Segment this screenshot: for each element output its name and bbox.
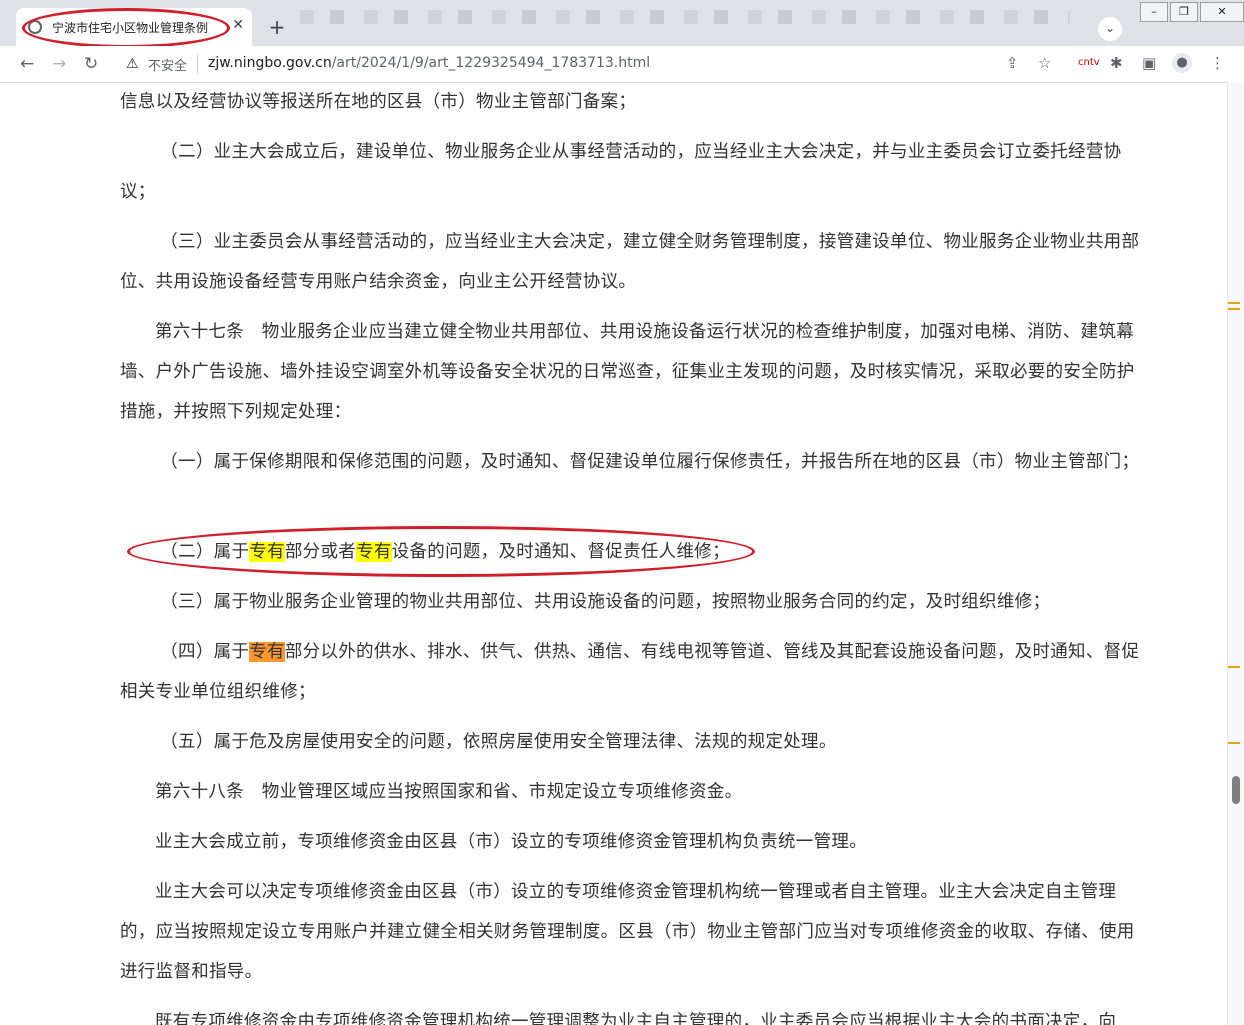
extension-cntv-icon[interactable]: cntv xyxy=(1078,57,1100,68)
paragraph: （一）属于保修期限和保修范围的问题，及时通知、督促建设单位履行保修责任，并报告所… xyxy=(160,452,1140,472)
side-panel-icon[interactable]: ▣ xyxy=(1142,54,1156,72)
paragraph: 既有专项维修资金由专项维修资金管理机构统一管理调整为业主自主管理的，业主委员会应… xyxy=(155,1012,1117,1025)
bookmark-star-icon[interactable]: ☆ xyxy=(1038,54,1051,72)
address-bar[interactable]: zjw.ningbo.gov.cn/art/2024/1/9/art_12293… xyxy=(208,55,650,71)
red-annotation-circle-tab xyxy=(22,8,230,48)
share-icon[interactable]: ⇪ xyxy=(1006,54,1019,72)
back-arrow-icon[interactable]: ← xyxy=(20,54,34,74)
vertical-scrollbar[interactable] xyxy=(1227,82,1244,1025)
paragraph: 业主大会可以决定专项维修资金由区县（市）设立的专项维修资金管理机构统一管理或者自… xyxy=(120,882,1135,982)
red-annotation-circle-line xyxy=(127,526,755,577)
article-content: 信息以及经营协议等报送所在地的区县（市）物业主管部门备案； （二）业主大会成立后… xyxy=(0,82,1228,1025)
extensions-puzzle-icon[interactable]: ✱ xyxy=(1110,54,1123,72)
paragraph: 第六十七条 物业服务企业应当建立健全物业共用部位、共用设施设备运行状况的检查维护… xyxy=(120,322,1135,422)
forward-arrow-icon[interactable]: → xyxy=(52,54,66,74)
close-window-button[interactable]: ✕ xyxy=(1200,2,1244,22)
menu-kebab-icon[interactable]: ⋮ xyxy=(1210,54,1225,72)
profile-avatar-icon[interactable]: ● xyxy=(1172,53,1192,73)
find-match-marker xyxy=(1228,742,1240,744)
security-status[interactable]: 不安全 xyxy=(148,55,187,74)
scrollbar-thumb[interactable] xyxy=(1232,776,1240,804)
url-path: /art/2024/1/9/art_1229325494_1783713.htm… xyxy=(331,55,651,71)
paragraph: （三）属于物业服务企业管理的物业共用部位、共用设施设备的问题，按照物业服务合同的… xyxy=(160,592,1051,612)
new-tab-button[interactable]: + xyxy=(264,15,290,41)
maximize-button[interactable]: ❐ xyxy=(1170,2,1198,22)
background-tabs xyxy=(300,10,1070,24)
paragraph: 业主大会成立前，专项维修资金由区县（市）设立的专项维修资金管理机构负责统一管理。 xyxy=(155,832,867,852)
paragraph: 第六十八条 物业管理区域应当按照国家和省、市规定设立专项维修资金。 xyxy=(155,782,743,802)
active-search-highlight: 专有 xyxy=(249,642,285,662)
paragraph-highlighted: （四）属于专有部分以外的供水、排水、供气、供热、通信、有线电视等管道、管线及其配… xyxy=(120,632,1144,712)
paragraph: （三）业主委员会从事经营活动的，应当经业主大会决定，建立健全财务管理制度，接管建… xyxy=(120,232,1140,292)
warning-triangle-icon[interactable]: ⚠ xyxy=(126,56,139,72)
find-match-marker xyxy=(1228,302,1240,304)
text-run: （四）属于 xyxy=(160,642,250,662)
paragraph: （二）业主大会成立后，建设单位、物业服务企业从事经营活动的，应当经业主大会决定，… xyxy=(120,142,1122,202)
find-match-marker xyxy=(1228,308,1240,310)
window-controls: – ❐ ✕ xyxy=(1138,0,1244,22)
find-match-marker xyxy=(1228,666,1240,668)
url-host: zjw.ningbo.gov.cn xyxy=(208,55,332,71)
paragraph: 信息以及经营协议等报送所在地的区县（市）物业主管部门备案； xyxy=(120,92,637,112)
reload-icon[interactable]: ↻ xyxy=(84,54,98,74)
tab-close-icon[interactable]: ✕ xyxy=(232,17,244,33)
address-separator xyxy=(197,55,198,73)
paragraph: （五）属于危及房屋使用安全的问题，依照房屋使用安全管理法律、法规的规定处理。 xyxy=(160,732,837,752)
minimize-button[interactable]: – xyxy=(1140,2,1168,22)
tab-search-chevron-icon[interactable]: ⌄ xyxy=(1098,17,1122,41)
browser-toolbar: ← → ↻ ⚠ 不安全 zjw.ningbo.gov.cn/art/2024/1… xyxy=(0,46,1244,83)
tab-strip: 宁波市住宅小区物业管理条例 ✕ + ⌄ – ❐ ✕ xyxy=(0,0,1244,48)
